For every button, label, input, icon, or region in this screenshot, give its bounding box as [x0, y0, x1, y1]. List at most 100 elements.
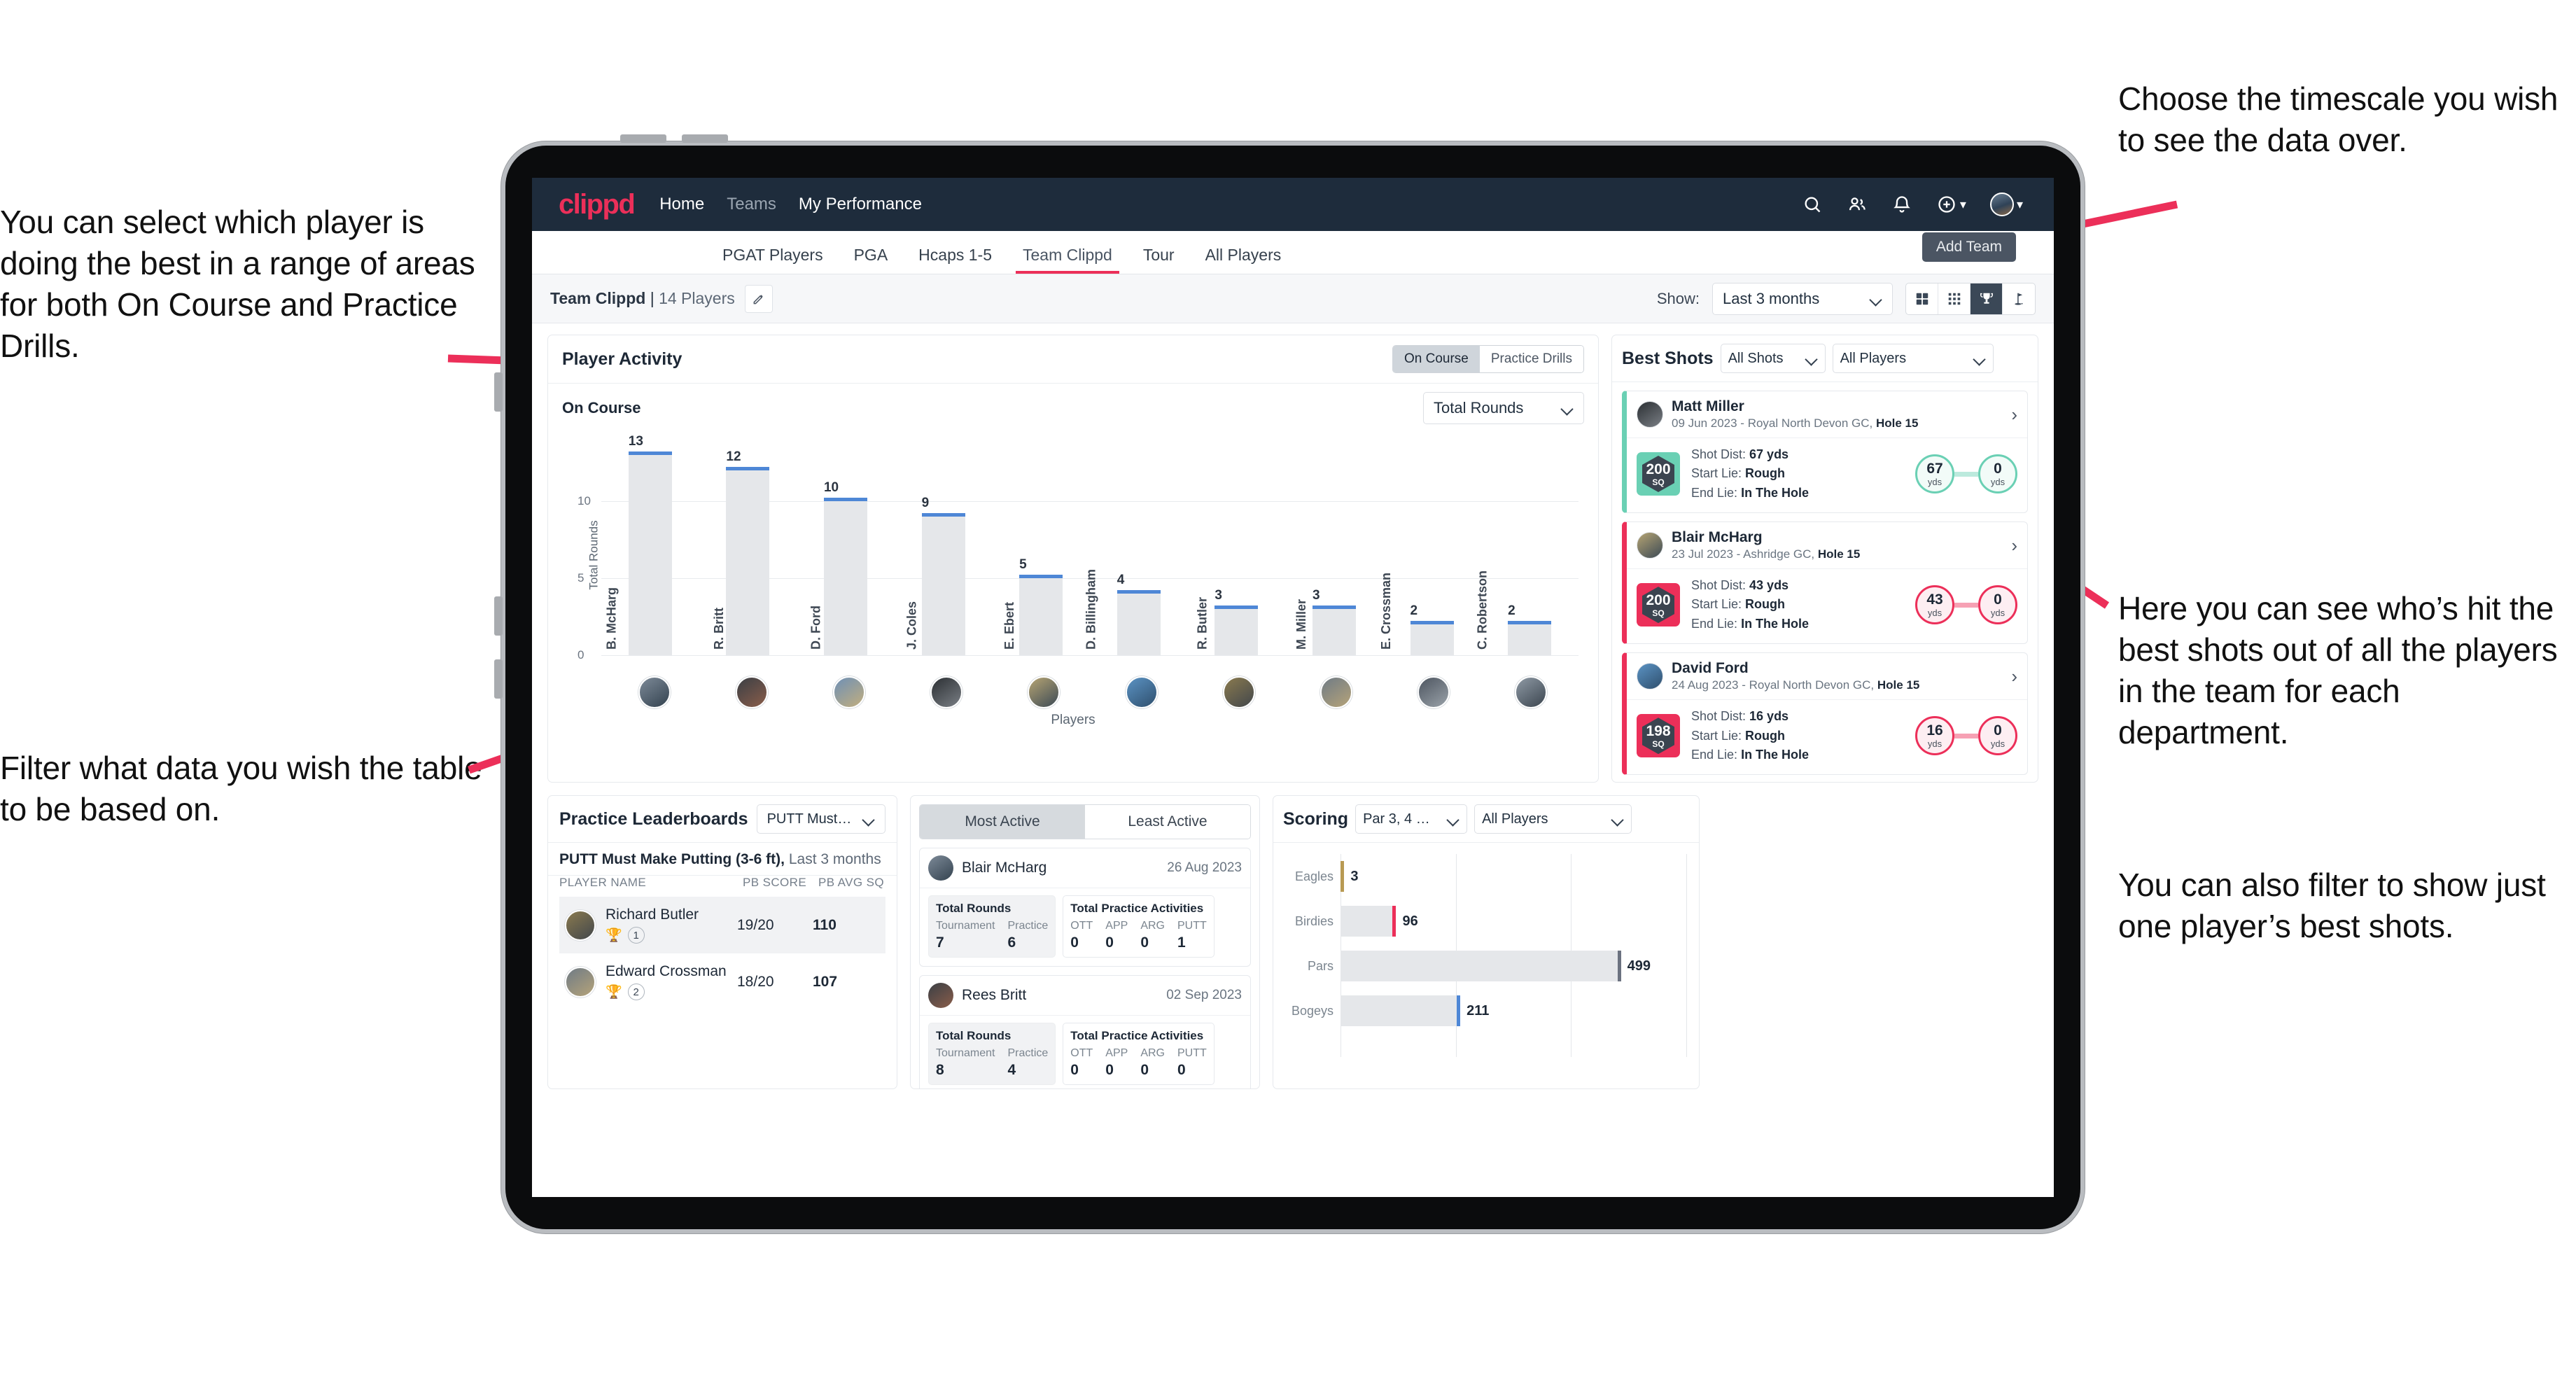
- chart-avatar[interactable]: [1515, 676, 1548, 708]
- leaderboard-table: PLAYER NAME PB SCORE PB AVG SQ Richard B…: [548, 876, 897, 1010]
- best-shots-title: Best Shots: [1622, 348, 1714, 368]
- tab-team-clippd[interactable]: Team Clippd: [1007, 246, 1128, 274]
- toggle-practice-drills[interactable]: Practice Drills: [1479, 346, 1583, 372]
- best-shot-card[interactable]: Blair McHarg 23 Jul 2023 - Ashridge GC, H…: [1622, 522, 2028, 645]
- chart-avatar[interactable]: [735, 676, 768, 708]
- tablet-device: clippd Home Teams My Performance ▾ ▾ PGA…: [494, 134, 2085, 1233]
- column-pb-avg-sq: PB AVG SQ: [818, 876, 884, 889]
- scoring-bar-row[interactable]: Birdies 96: [1286, 899, 1686, 944]
- metric-select[interactable]: Total Rounds: [1423, 392, 1584, 424]
- tab-least-active[interactable]: Least Active: [1085, 805, 1250, 839]
- chart-avatar[interactable]: [832, 676, 865, 708]
- chart-avatar[interactable]: [1125, 676, 1158, 708]
- bell-icon[interactable]: [1891, 194, 1912, 215]
- scoring-card: Scoring Par 3, 4 & 5s All Players Eagles…: [1273, 795, 1700, 1089]
- toggle-on-course[interactable]: On Course: [1393, 346, 1480, 372]
- shots-filter-select[interactable]: All Shots: [1720, 344, 1826, 373]
- chevron-right-icon[interactable]: ›: [2011, 535, 2017, 556]
- tab-hcaps-1-5[interactable]: Hcaps 1-5: [903, 246, 1007, 274]
- table-row[interactable]: Richard Butler 🏆 1 19/20 110: [559, 897, 886, 953]
- rank-badge: 2: [627, 983, 645, 1000]
- shot-player-name: Blair McHarg: [1672, 529, 1763, 546]
- bar-label: E. Crossman: [1378, 572, 1393, 650]
- timescale-select[interactable]: Last 3 months: [1712, 282, 1893, 315]
- bar-label: C. Robertson: [1475, 570, 1490, 650]
- tab-all-players[interactable]: All Players: [1190, 246, 1297, 274]
- chart-avatar[interactable]: [1222, 676, 1255, 708]
- chart-bar-group[interactable]: 13 B. McHarg: [604, 434, 672, 655]
- drill-select[interactable]: PUTT Must Make Putting ...: [756, 804, 886, 834]
- navbar-actions: ▾ ▾: [1802, 192, 2033, 216]
- best-shot-card[interactable]: David Ford 24 Aug 2023 - Royal North Devo…: [1622, 652, 2028, 776]
- flag-icon[interactable]: [2003, 284, 2035, 314]
- chart-bar-group[interactable]: 3 R. Butler: [1196, 440, 1259, 655]
- avatar[interactable]: [1989, 192, 2014, 216]
- bar-value: 12: [726, 449, 741, 464]
- chart-avatar[interactable]: [638, 676, 671, 708]
- trophy-icon[interactable]: [1970, 283, 2003, 314]
- people-icon[interactable]: [1847, 194, 1868, 215]
- leaderboard-player: Edward Crossman 🏆 2: [565, 963, 737, 1000]
- chart-avatar[interactable]: [930, 676, 963, 708]
- scoring-category-label: Bogeys: [1291, 1003, 1334, 1018]
- tab-pga[interactable]: PGA: [839, 246, 904, 274]
- chevron-right-icon[interactable]: ›: [2011, 666, 2017, 687]
- shot-meta: 23 Jul 2023 - Ashridge GC, Hole 15: [1672, 547, 1861, 561]
- chart-bar-group[interactable]: 12 R. Britt: [712, 440, 770, 655]
- bar-label: D. Ford: [808, 606, 823, 650]
- chart-avatar[interactable]: [1028, 676, 1060, 708]
- scoring-bar-track: 3: [1340, 854, 1686, 899]
- tab-tour[interactable]: Tour: [1128, 246, 1190, 274]
- shots-filter-value: All Shots: [1728, 350, 1784, 366]
- practice-leaderboards-header: Practice Leaderboards PUTT Must Make Put…: [548, 796, 897, 842]
- team-player-count: 14 Players: [659, 289, 735, 307]
- app-logo[interactable]: clippd: [553, 189, 636, 220]
- shot-player-name: David Ford: [1672, 660, 1749, 677]
- pencil-icon[interactable]: [744, 284, 773, 313]
- best-shots-card: Best Shots All Shots All Players Matt Mi…: [1611, 335, 2038, 783]
- practice-leaderboards-card: Practice Leaderboards PUTT Must Make Put…: [547, 795, 897, 1089]
- best-shot-card[interactable]: Matt Miller 09 Jun 2023 - Royal North Dev…: [1622, 391, 2028, 514]
- scoring-title: Scoring: [1283, 808, 1349, 829]
- chart-bar-group[interactable]: 5 E. Ebert: [1002, 440, 1063, 655]
- chart-bar-group[interactable]: 3 M. Miller: [1294, 440, 1356, 655]
- grid-large-icon[interactable]: [1906, 283, 1938, 314]
- chart-avatar[interactable]: [1320, 676, 1352, 708]
- nav-link-teams[interactable]: Teams: [727, 195, 776, 214]
- player-name: Edward Crossman: [606, 963, 727, 979]
- list-item[interactable]: Rees Britt 02 Sep 2023 Total Rounds Tournam…: [919, 975, 1251, 1088]
- add-menu[interactable]: ▾: [1936, 194, 1966, 215]
- scoring-bar-row[interactable]: Pars 499: [1286, 944, 1686, 988]
- avatar: [1637, 532, 1663, 559]
- scoring-players-select[interactable]: All Players: [1474, 804, 1632, 834]
- plus-circle-icon[interactable]: [1936, 194, 1957, 215]
- list-item[interactable]: Blair McHarg 26 Aug 2023 Total Rounds Tourn…: [919, 848, 1251, 967]
- shot-hole: Hole 15: [1875, 416, 1919, 430]
- chart-avatar[interactable]: [1418, 676, 1450, 708]
- chart-bar-group[interactable]: 2 C. Robertson: [1476, 440, 1552, 655]
- activity-list: Blair McHarg 26 Aug 2023 Total Rounds Tourn…: [919, 848, 1251, 1088]
- nav-link-home[interactable]: Home: [659, 195, 704, 214]
- nav-link-my-performance[interactable]: My Performance: [799, 195, 922, 214]
- search-icon[interactable]: [1802, 194, 1823, 215]
- profile-menu[interactable]: ▾: [1989, 192, 2023, 216]
- scoring-bar-value: 499: [1627, 958, 1651, 974]
- shot-card-header: David Ford 24 Aug 2023 - Royal North Devo…: [1627, 653, 2027, 699]
- shot-distance-row: Shot Dist: 43 yds: [1691, 578, 1789, 593]
- table-row[interactable]: Edward Crossman 🏆 2 18/20 107: [559, 953, 886, 1010]
- tab-pgat-players[interactable]: PGAT Players: [707, 246, 839, 274]
- players-filter-select[interactable]: All Players: [1832, 344, 1994, 373]
- scoring-bar-track: 211: [1340, 988, 1686, 1033]
- chart-bar-group[interactable]: 9 J. Coles: [904, 440, 965, 655]
- grid-small-icon[interactable]: [1938, 283, 1970, 314]
- par-filter-select[interactable]: Par 3, 4 & 5s: [1355, 804, 1468, 834]
- bar-value: 2: [1410, 603, 1418, 618]
- chevron-right-icon[interactable]: ›: [2011, 404, 2017, 426]
- tab-most-active[interactable]: Most Active: [920, 805, 1085, 839]
- scoring-bar-row[interactable]: Bogeys 211: [1286, 988, 1686, 1033]
- chart-bar-group[interactable]: 4 D. Billingham: [1084, 440, 1161, 655]
- scoring-bar-value: 96: [1402, 913, 1418, 929]
- chart-bar-group[interactable]: 10 D. Ford: [808, 440, 867, 655]
- chart-bar-group[interactable]: 2 E. Crossman: [1379, 440, 1454, 655]
- scoring-bar-row[interactable]: Eagles 3: [1286, 854, 1686, 899]
